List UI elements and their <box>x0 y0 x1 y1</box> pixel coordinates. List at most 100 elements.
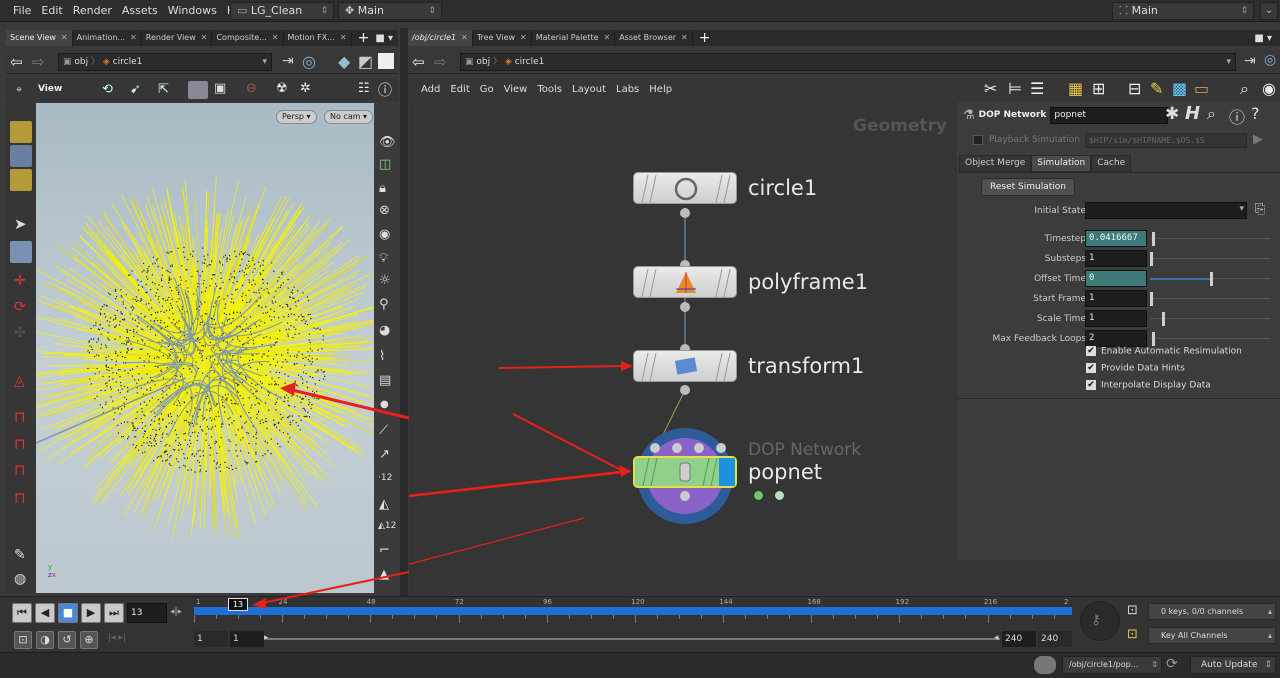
display-icon[interactable]: ▣ <box>214 81 226 96</box>
status-path-dropdown[interactable]: /obj/circle1/pop... ⇕ <box>1062 656 1162 674</box>
uv-icon[interactable]: ⌐ <box>379 543 390 558</box>
pane-menu-icon[interactable]: ■ ▾ <box>1254 33 1272 44</box>
loop-icon[interactable]: ↺ <box>58 631 76 649</box>
op-chooser-icon[interactable]: ⎘ <box>1255 202 1265 217</box>
tab-tree-view[interactable]: Tree View ✕ <box>473 30 532 46</box>
lock-icon[interactable] <box>10 241 32 263</box>
close-icon[interactable]: ✕ <box>272 33 279 42</box>
tab-network[interactable]: /obj/circle1 ✕ <box>408 30 473 46</box>
forward-arrow-icon[interactable]: ⇨ <box>434 53 447 71</box>
help-icon[interactable]: ⓘ <box>378 80 392 100</box>
menu-assets[interactable]: Assets <box>117 0 163 22</box>
normals-icon[interactable]: ⟋ <box>379 423 388 438</box>
scale-tool-icon[interactable]: ✣ <box>14 325 26 341</box>
close-icon[interactable]: ✕ <box>681 33 688 42</box>
close-icon[interactable]: ✕ <box>130 33 137 42</box>
step-arrows-icon[interactable]: ◂|▸ <box>170 607 182 617</box>
render-light-icon[interactable]: ⚲ <box>379 297 389 312</box>
reset-simulation-button[interactable]: Reset Simulation <box>981 178 1075 196</box>
substeps-field[interactable]: 1 <box>1085 250 1147 267</box>
persp-button[interactable]: Persp ▾ <box>276 110 317 124</box>
tab-motion-fx[interactable]: Motion FX... ✕ <box>284 30 352 46</box>
output-connector[interactable] <box>680 302 690 312</box>
brush-icon[interactable] <box>10 145 32 167</box>
key-dial[interactable]: ⚷ <box>1080 601 1120 641</box>
node-name-field[interactable]: popnet <box>1050 106 1169 124</box>
gear-icon[interactable]: ✱ <box>1165 104 1179 124</box>
move-tool-icon[interactable]: ✛ <box>14 273 26 289</box>
tab-cache[interactable]: Cache <box>1091 155 1132 172</box>
max-feedback-loops-field[interactable]: 2 <box>1085 330 1147 347</box>
layout-icon[interactable]: ◩ <box>358 52 373 71</box>
net-menu-add[interactable]: Add <box>416 79 445 101</box>
sphere-icon[interactable]: ◍ <box>14 571 26 587</box>
close-icon[interactable]: ✕ <box>604 33 611 42</box>
slider-knob[interactable] <box>1152 232 1156 246</box>
magnet-icon[interactable]: ⊓ <box>14 461 26 479</box>
point-icon[interactable]: ● <box>380 399 389 410</box>
scene-viewport[interactable]: Persp ▾ No cam ▾ y zx <box>36 103 374 593</box>
node-popnet[interactable] <box>633 456 737 488</box>
output-connector[interactable] <box>680 491 690 501</box>
object-icon[interactable]: ◆ <box>338 52 350 71</box>
scale-time-slider[interactable] <box>1150 312 1270 326</box>
target-icon[interactable]: ◎ <box>302 52 316 71</box>
menu-file[interactable]: File <box>8 0 36 22</box>
list-icon[interactable]: ☰ <box>1030 80 1044 98</box>
tree-icon[interactable]: ⊨ <box>1008 80 1022 98</box>
scale-time-field[interactable]: 1 <box>1085 310 1147 327</box>
info-icon[interactable]: ⓘ <box>1229 104 1245 128</box>
stop-button[interactable]: ■ <box>58 603 78 623</box>
node-polyframe1[interactable] <box>633 266 737 298</box>
image-icon[interactable]: ▩ <box>1172 80 1187 98</box>
range-start-field-2[interactable]: 1 <box>230 631 264 647</box>
magnet-icon[interactable]: ⊓ <box>14 408 26 426</box>
menu-windows[interactable]: Windows <box>163 0 222 22</box>
tab-render-view[interactable]: Render View ✕ <box>142 30 213 46</box>
offset-time-slider[interactable] <box>1150 272 1270 286</box>
desktop-dropdown[interactable]: ▭ LG_Clean ⇕ <box>230 2 334 20</box>
sculpt-icon[interactable] <box>10 169 32 191</box>
lock-icon[interactable]: 🔒︎ <box>379 181 386 196</box>
slider-knob[interactable] <box>1210 272 1213 286</box>
tumble-icon[interactable]: ⟲ <box>102 82 113 97</box>
right-path-field[interactable]: ▣ obj 〉 ◈ circle1 ▾ <box>460 53 1236 71</box>
point-numbers-icon[interactable]: ·12 <box>378 473 392 483</box>
net-menu-go[interactable]: Go <box>475 79 499 101</box>
arrow-select-icon[interactable]: ➤ <box>14 215 27 233</box>
headlight-icon[interactable]: ☼ <box>379 273 391 288</box>
play-button[interactable]: ▶ <box>81 603 101 623</box>
tools-icon[interactable]: ✂ <box>984 80 997 98</box>
grid-view-icon[interactable]: ⊞ <box>1092 80 1105 98</box>
snapping-icon[interactable]: ⊗ <box>379 203 390 218</box>
add-tab-icon[interactable]: + <box>358 30 370 46</box>
file-browse-icon[interactable]: ▶ <box>1253 132 1263 147</box>
playback-checkbox[interactable] <box>973 135 983 145</box>
range-handle-right[interactable]: ◂ <box>994 633 999 643</box>
close-icon[interactable]: ✕ <box>461 33 468 42</box>
ghost-icon[interactable]: ◫ <box>379 157 391 172</box>
timestep-slider[interactable] <box>1150 232 1270 246</box>
node-circle1[interactable] <box>633 172 737 204</box>
magnet-icon[interactable]: ⊓ <box>14 435 26 453</box>
input-connector[interactable] <box>672 443 682 453</box>
net-menu-labs[interactable]: Labs <box>611 79 644 101</box>
slider-knob[interactable] <box>1152 332 1156 346</box>
left-path-field[interactable]: ▣ obj 〉 ◈ circle1 ▾ <box>58 53 272 71</box>
eye-icon[interactable]: 👁 <box>379 135 396 150</box>
range-handle-left[interactable]: ▸ <box>264 633 269 643</box>
prim-numbers-icon[interactable]: ◭12 <box>378 521 396 531</box>
key-nav-icon[interactable]: |◂ ▸| <box>108 633 126 643</box>
add-tab-icon[interactable]: + <box>699 30 711 46</box>
back-arrow-icon[interactable]: ⇦ <box>412 53 425 71</box>
prim-icon[interactable]: ◭ <box>379 497 389 512</box>
tab-simulation[interactable]: Simulation <box>1031 155 1092 172</box>
record-icon[interactable]: ⊖ <box>246 81 257 96</box>
interpolate-display-check[interactable]: ✔ Interpolate Display Data <box>1086 380 1211 391</box>
network-box-icon[interactable]: ⊟ <box>1128 80 1141 98</box>
pane-divider[interactable] <box>400 28 408 596</box>
vector-icon[interactable]: ↗ <box>379 447 390 462</box>
hull-icon[interactable]: ▲ <box>379 567 389 582</box>
enable-auto-resim-check[interactable]: ✔ Enable Automatic Resimulation <box>1086 346 1242 357</box>
view-tool-icon[interactable]: ⌖ <box>16 83 22 97</box>
